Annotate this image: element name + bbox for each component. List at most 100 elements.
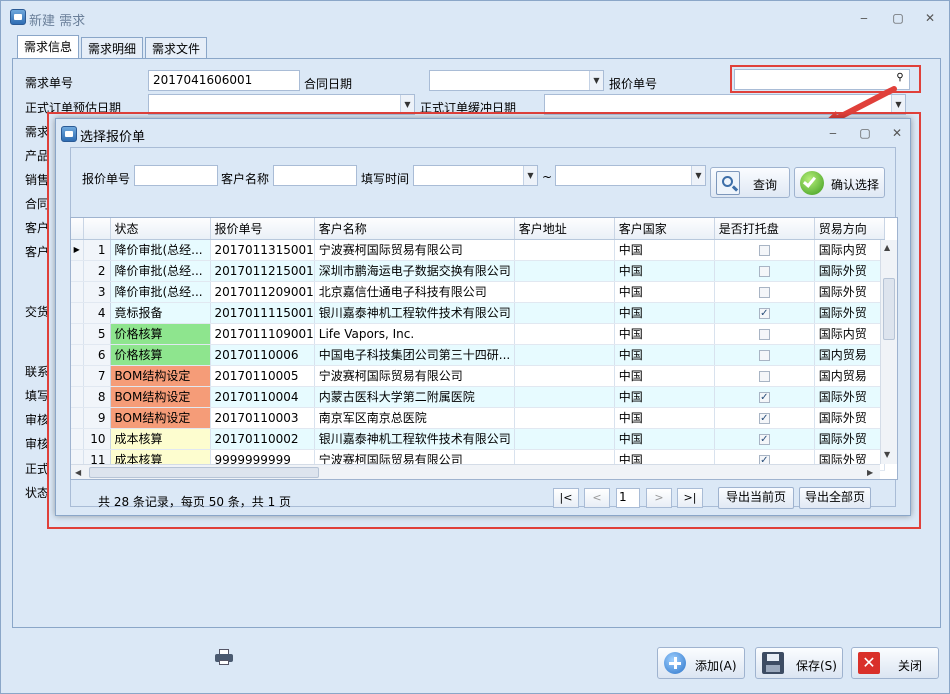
search-time-start[interactable]: ▼ xyxy=(413,165,538,186)
cell-pallet[interactable] xyxy=(714,281,815,303)
row-number[interactable]: 3 xyxy=(83,281,111,303)
unchecked-checkbox-icon[interactable] xyxy=(758,244,770,256)
row-indicator[interactable] xyxy=(71,302,84,324)
cell-address[interactable] xyxy=(514,407,615,429)
cell-pallet[interactable] xyxy=(714,323,815,345)
close-window-button[interactable]: ✕ xyxy=(921,10,939,26)
row-number[interactable]: 7 xyxy=(83,365,111,387)
cell-country[interactable]: 中国 xyxy=(614,323,715,345)
cell-address[interactable] xyxy=(514,260,615,282)
cell-pallet[interactable]: ✓ xyxy=(714,386,815,408)
row-indicator[interactable] xyxy=(71,260,84,282)
cell-quote-no[interactable]: 20170110005 xyxy=(210,365,315,387)
cell-status[interactable]: 降价审批(总经... xyxy=(110,260,211,282)
cell-country[interactable]: 中国 xyxy=(614,281,715,303)
cell-address[interactable] xyxy=(514,323,615,345)
row-indicator[interactable]: ▶ xyxy=(71,239,84,261)
cell-address[interactable] xyxy=(514,428,615,450)
cell-customer[interactable]: Life Vapors, Inc. xyxy=(314,323,515,345)
vertical-scroll-thumb[interactable] xyxy=(883,278,895,340)
table-row[interactable]: 2 降价审批(总经... 2017011215001 深圳市鹏海运电子数据交换有限公司… xyxy=(71,260,885,282)
header-status[interactable]: 状态 xyxy=(110,218,211,240)
chevron-down-icon[interactable]: ▼ xyxy=(589,71,603,90)
save-button[interactable]: 保存(S) xyxy=(755,647,843,679)
cell-address[interactable] xyxy=(514,386,615,408)
search-quote-input[interactable] xyxy=(134,165,218,186)
cell-quote-no[interactable]: 2017011315001 xyxy=(210,239,315,261)
row-indicator[interactable] xyxy=(71,281,84,303)
checked-checkbox-icon[interactable]: ✓ xyxy=(758,391,770,403)
checked-checkbox-icon[interactable]: ✓ xyxy=(758,307,770,319)
cell-pallet[interactable]: ✓ xyxy=(714,302,815,324)
horizontal-scrollbar[interactable]: ◀ ▶ xyxy=(71,464,880,479)
row-number[interactable]: 8 xyxy=(83,386,111,408)
cell-pallet[interactable] xyxy=(714,344,815,366)
req-no-input[interactable]: 2017041606001 xyxy=(148,70,300,91)
cell-country[interactable]: 中国 xyxy=(614,260,715,282)
prev-page-button[interactable]: < xyxy=(584,488,610,508)
header-address[interactable]: 客户地址 xyxy=(514,218,615,240)
cell-trade-dir[interactable]: 国际外贸 xyxy=(814,260,885,282)
printer-icon[interactable] xyxy=(215,649,235,667)
unchecked-checkbox-icon[interactable] xyxy=(758,265,770,277)
export-all-pages-button[interactable]: 导出全部页 xyxy=(799,487,871,509)
cell-status[interactable]: 降价审批(总经... xyxy=(110,239,211,261)
row-number[interactable]: 1 xyxy=(83,239,111,261)
cell-address[interactable] xyxy=(514,302,615,324)
cell-quote-no[interactable]: 20170110004 xyxy=(210,386,315,408)
table-row[interactable]: 8 BOM结构设定 20170110004 内蒙古医科大学第二附属医院 中国 ✓ 国际外贸 xyxy=(71,386,885,408)
search-time-end[interactable]: ▼ xyxy=(555,165,706,186)
unchecked-checkbox-icon[interactable] xyxy=(758,286,770,298)
cell-customer[interactable]: 内蒙古医科大学第二附属医院 xyxy=(314,386,515,408)
row-number[interactable]: 4 xyxy=(83,302,111,324)
scroll-right-icon[interactable]: ▶ xyxy=(867,468,873,477)
header-customer[interactable]: 客户名称 xyxy=(314,218,515,240)
chevron-down-icon[interactable]: ▼ xyxy=(523,166,537,185)
cell-country[interactable]: 中国 xyxy=(614,344,715,366)
cell-trade-dir[interactable]: 国际外贸 xyxy=(814,407,885,429)
cell-country[interactable]: 中国 xyxy=(614,302,715,324)
cell-quote-no[interactable]: 20170110006 xyxy=(210,344,315,366)
table-row[interactable]: 9 BOM结构设定 20170110003 南京军区南京总医院 中国 ✓ 国际外贸 xyxy=(71,407,885,429)
dialog-close-button[interactable]: ✕ xyxy=(888,125,906,141)
export-current-page-button[interactable]: 导出当前页 xyxy=(718,487,794,509)
cell-status[interactable]: BOM结构设定 xyxy=(110,407,211,429)
header-pallet[interactable]: 是否打托盘 xyxy=(714,218,815,240)
checked-checkbox-icon[interactable]: ✓ xyxy=(758,412,770,424)
row-indicator[interactable] xyxy=(71,428,84,450)
row-indicator[interactable] xyxy=(71,323,84,345)
cell-customer[interactable]: 北京嘉信仕通电子科技有限公司 xyxy=(314,281,515,303)
cell-address[interactable] xyxy=(514,365,615,387)
row-number[interactable]: 9 xyxy=(83,407,111,429)
table-row[interactable]: 3 降价审批(总经... 2017011209001 北京嘉信仕通电子科技有限公司 中国… xyxy=(71,281,885,303)
cell-status[interactable]: 成本核算 xyxy=(110,428,211,450)
cell-status[interactable]: 降价审批(总经... xyxy=(110,281,211,303)
cell-customer[interactable]: 银川嘉泰神机工程软件技术有限公司 xyxy=(314,302,515,324)
cell-quote-no[interactable]: 20170110002 xyxy=(210,428,315,450)
query-button[interactable]: 查询 xyxy=(710,167,790,198)
cell-pallet[interactable]: ✓ xyxy=(714,428,815,450)
cell-trade-dir[interactable]: 国内贸易 xyxy=(814,365,885,387)
scroll-up-icon[interactable]: ▲ xyxy=(884,243,890,252)
row-number[interactable]: 5 xyxy=(83,323,111,345)
cell-quote-no[interactable]: 20170110003 xyxy=(210,407,315,429)
cell-trade-dir[interactable]: 国际外贸 xyxy=(814,302,885,324)
table-row[interactable]: 6 价格核算 20170110006 中国电子科技集团公司第三十四研... 中国 国内贸易 xyxy=(71,344,885,366)
scroll-down-icon[interactable]: ▼ xyxy=(884,450,890,459)
cell-pallet[interactable] xyxy=(714,365,815,387)
horizontal-scroll-thumb[interactable] xyxy=(89,467,319,478)
row-indicator[interactable] xyxy=(71,407,84,429)
row-number[interactable]: 2 xyxy=(83,260,111,282)
add-button[interactable]: 添加(A) xyxy=(657,647,745,679)
cell-customer[interactable]: 宁波赛柯国际贸易有限公司 xyxy=(314,239,515,261)
cell-customer[interactable]: 南京军区南京总医院 xyxy=(314,407,515,429)
cell-pallet[interactable]: ✓ xyxy=(714,407,815,429)
cell-trade-dir[interactable]: 国际内贸 xyxy=(814,239,885,261)
header-country[interactable]: 客户国家 xyxy=(614,218,715,240)
cell-trade-dir[interactable]: 国际内贸 xyxy=(814,323,885,345)
tab-req-file[interactable]: 需求文件 xyxy=(145,37,207,58)
cell-status[interactable]: 价格核算 xyxy=(110,323,211,345)
row-indicator[interactable] xyxy=(71,344,84,366)
cell-quote-no[interactable]: 2017011209001 xyxy=(210,281,315,303)
table-row[interactable]: 7 BOM结构设定 20170110005 宁波赛柯国际贸易有限公司 中国 国内贸易 xyxy=(71,365,885,387)
